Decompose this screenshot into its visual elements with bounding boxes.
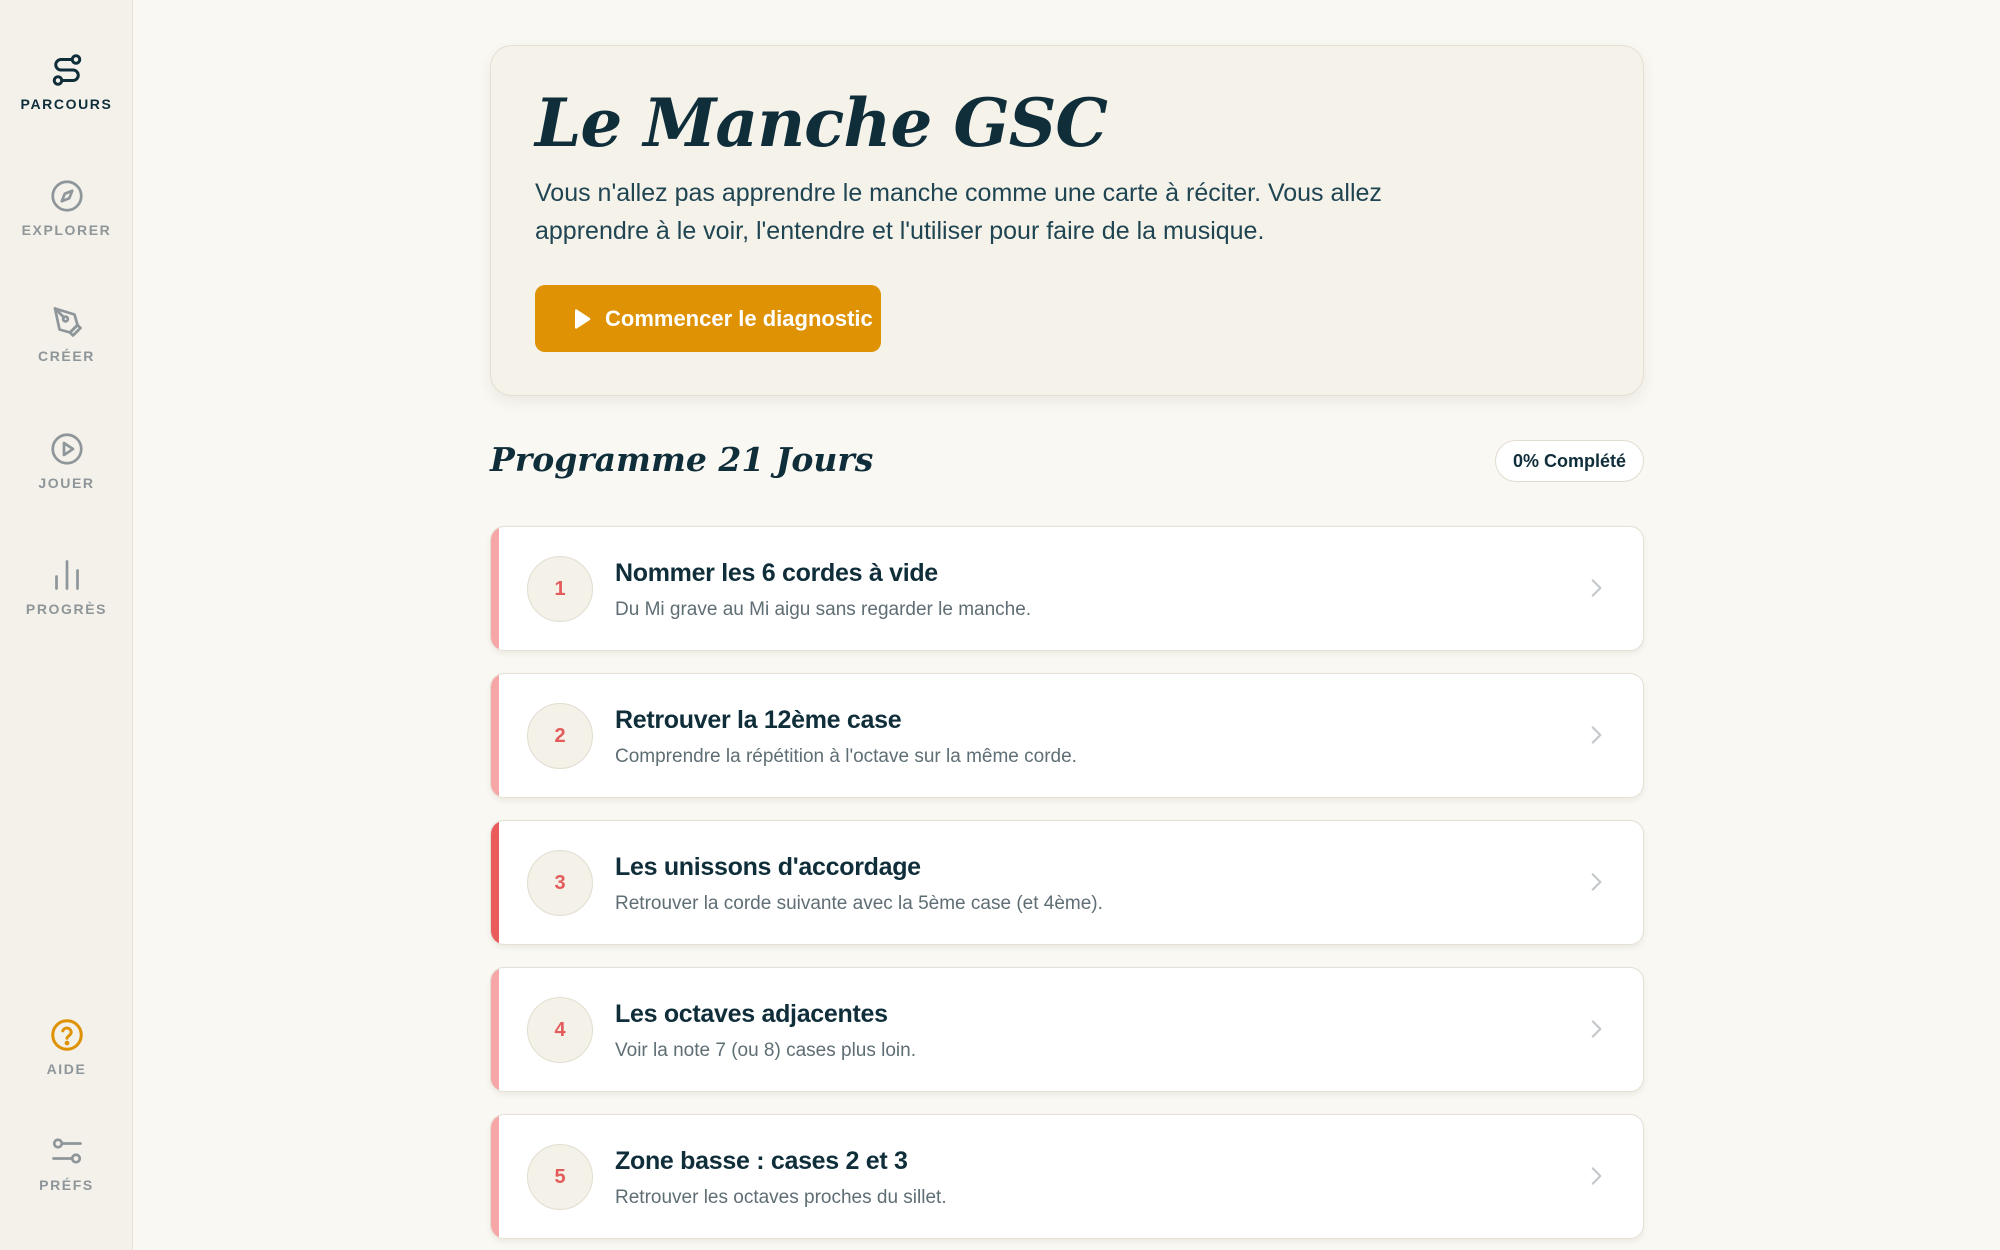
lesson-card[interactable]: 2 Retrouver la 12ème case Comprendre la …: [490, 673, 1644, 798]
lesson-card[interactable]: 1 Nommer les 6 cordes à vide Du Mi grave…: [490, 526, 1644, 651]
nav-label: PARCOURS: [20, 96, 113, 112]
pen-nib-icon: [53, 307, 82, 337]
sidebar: PARCOURS EXPLORER CRÉER JOUER PROGRÈS AI…: [0, 0, 133, 1250]
lesson-accent: [491, 527, 499, 650]
lesson-title: Les octaves adjacentes: [615, 1000, 888, 1028]
bar-chart-icon: [54, 560, 79, 590]
lesson-title: Nommer les 6 cordes à vide: [615, 559, 938, 587]
progress-badge: 0% Complété: [1494, 440, 1644, 482]
lesson-description: Retrouver la corde suivante avec la 5ème…: [615, 893, 1103, 914]
main-content: Le Manche GSC Vous n'allez pas apprendre…: [490, 45, 1644, 1250]
lesson-number: 2: [527, 703, 593, 769]
lesson-card[interactable]: 5 Zone basse : cases 2 et 3 Retrouver le…: [490, 1114, 1644, 1239]
lesson-number: 1: [527, 556, 593, 622]
nav-jouer[interactable]: JOUER: [0, 431, 133, 491]
chevron-right-icon: [1591, 1167, 1602, 1185]
lesson-description: Du Mi grave au Mi aigu sans regarder le …: [615, 599, 1032, 620]
lesson-description: Voir la note 7 (ou 8) cases plus loin.: [615, 1040, 917, 1061]
play-circle-icon: [50, 433, 83, 465]
nav-progres[interactable]: PROGRÈS: [0, 557, 133, 617]
lesson-accent: [491, 674, 499, 797]
page-title: Le Manche GSC: [535, 84, 1108, 162]
chevron-right-icon: [1591, 1020, 1602, 1038]
nav-creer[interactable]: CRÉER: [0, 304, 133, 364]
lesson-number: 5: [527, 1144, 593, 1210]
chevron-right-icon: [1591, 579, 1602, 597]
nav-label: AIDE: [46, 1061, 87, 1077]
nav-explorer[interactable]: EXPLORER: [0, 178, 133, 238]
lesson-description: Comprendre la répétition à l'octave sur …: [615, 746, 1077, 767]
help-circle-icon: [50, 1019, 83, 1051]
lesson-title: Les unissons d'accordage: [615, 853, 921, 881]
lesson-title: Zone basse : cases 2 et 3: [615, 1147, 908, 1175]
nav-label: JOUER: [38, 475, 95, 491]
nav-prefs[interactable]: PRÉFS: [0, 1133, 133, 1193]
lesson-card[interactable]: 4 Les octaves adjacentes Voir la note 7 …: [490, 967, 1644, 1092]
start-diagnostic-button[interactable]: Commencer le diagnostic: [535, 285, 881, 352]
route-icon: [52, 54, 81, 86]
hero-card: Le Manche GSC Vous n'allez pas apprendre…: [490, 45, 1644, 396]
sliders-icon: [51, 1138, 82, 1164]
nav-label: PROGRÈS: [25, 601, 108, 617]
nav-parcours[interactable]: PARCOURS: [0, 52, 133, 112]
lesson-description: Retrouver les octaves proches du sillet.: [615, 1187, 947, 1208]
compass-icon: [50, 180, 83, 212]
lesson-title: Retrouver la 12ème case: [615, 706, 902, 734]
lesson-card[interactable]: 3 Les unissons d'accordage Retrouver la …: [490, 820, 1644, 945]
lesson-accent: [491, 968, 499, 1091]
program-header: Programme 21 Jours 0% Complété: [490, 430, 1644, 526]
lesson-accent: [491, 1115, 499, 1238]
lesson-accent: [491, 821, 499, 944]
chevron-right-icon: [1591, 726, 1602, 744]
nav-label: CRÉER: [37, 348, 95, 364]
nav-aide[interactable]: AIDE: [0, 1017, 133, 1077]
program-title: Programme 21 Jours: [490, 440, 874, 479]
cta-label: Commencer le diagnostic: [605, 305, 873, 331]
lesson-number: 4: [527, 997, 593, 1063]
chevron-right-icon: [1591, 873, 1602, 891]
nav-label: EXPLORER: [21, 222, 112, 238]
play-icon: [575, 308, 591, 329]
lesson-number: 3: [527, 850, 593, 916]
hero-description: Vous n'allez pas apprendre le manche com…: [535, 179, 1382, 245]
nav-label: PRÉFS: [39, 1177, 94, 1193]
